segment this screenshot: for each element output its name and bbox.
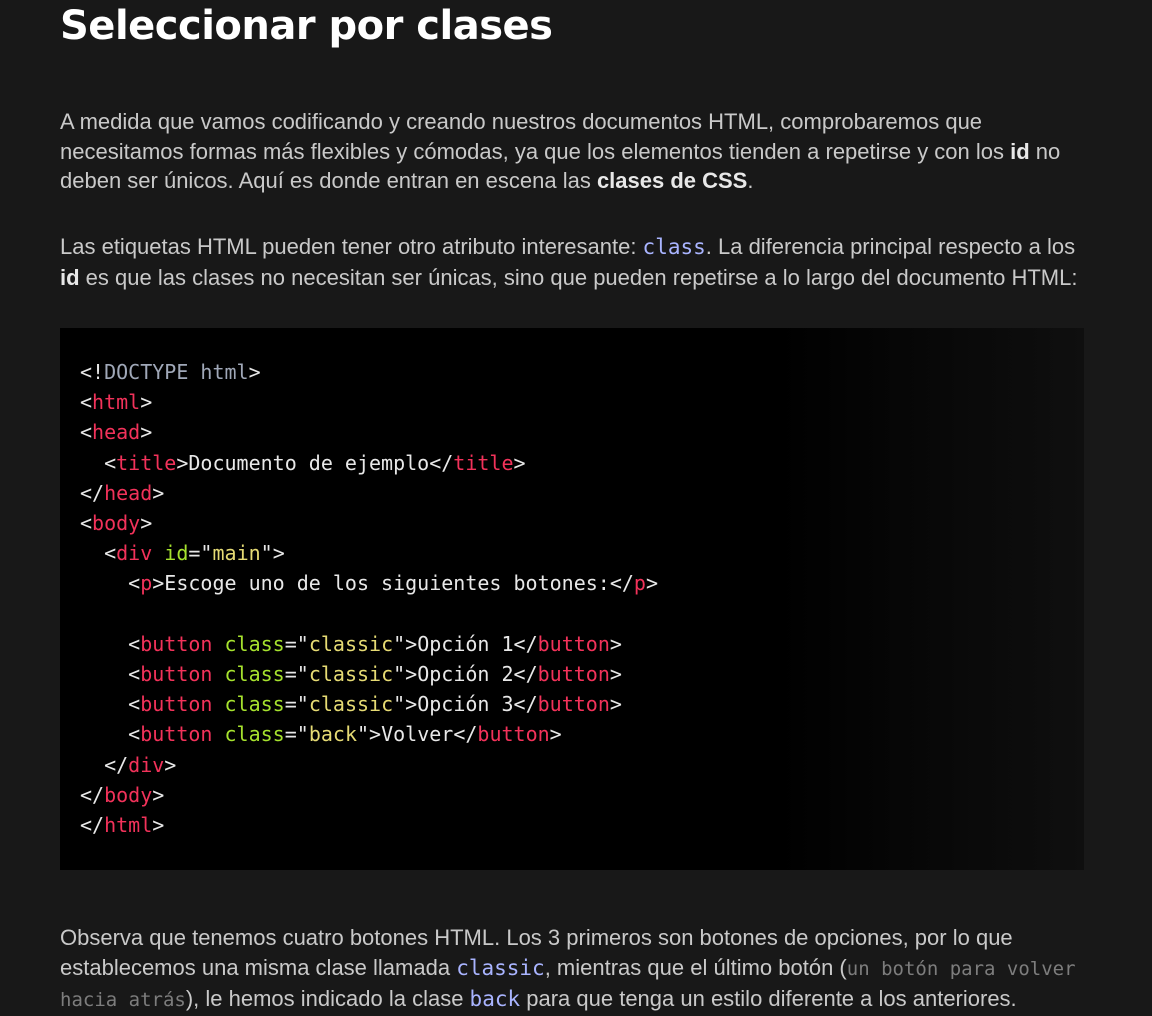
inline-code-classic: classic (456, 955, 545, 980)
code-block: <!DOCTYPE html> <html> <head> <title>Doc… (60, 328, 1084, 870)
intro-text-1: A medida que vamos codificando y creando… (60, 109, 1011, 164)
code-line: <button class="classic">Opción 2</button… (80, 662, 622, 687)
second-text-3: es que las clases no necesitan ser única… (79, 264, 1078, 290)
third-text-3: ), le hemos indicado la clase (185, 986, 470, 1011)
code-line: <div id="main"> (80, 541, 285, 566)
code-line: </body> (80, 782, 165, 807)
intro-bold-css-classes: clases de CSS (596, 168, 748, 193)
explanation-paragraph: Observa que tenemos cuatro botones HTML.… (60, 923, 1084, 1016)
inline-code-class: class (642, 235, 706, 259)
code-line: <title>Documento de ejemplo</title> (80, 450, 526, 475)
code-line: <head> (80, 420, 153, 445)
code-listing: <!DOCTYPE html> <html> <head> <title>Doc… (80, 357, 1084, 840)
intro-paragraph: A medida que vamos codificando y creando… (60, 107, 1084, 196)
code-line: <button class="classic">Opción 3</button… (80, 692, 622, 717)
third-text-4: para que tenga un estilo diferente a los… (520, 986, 1017, 1011)
code-line: <button class="back">Volver</button> (80, 722, 562, 747)
intro-text-3: . (747, 168, 754, 193)
code-line: </html> (80, 813, 165, 838)
inline-code-back: back (469, 987, 521, 1011)
code-line: <button class="classic">Opción 1</button… (80, 631, 622, 656)
code-line: </head> (80, 480, 165, 505)
code-line: <body> (80, 511, 153, 536)
second-text-1: Las etiquetas HTML pueden tener otro atr… (60, 234, 643, 259)
third-text-2: , mientras que el último botón ( (544, 954, 847, 980)
code-line: <p>Escoge uno de los siguientes botones:… (80, 571, 658, 596)
second-text-2: . La diferencia principal respecto a los (705, 234, 1076, 259)
second-bold-id: id (60, 264, 80, 290)
page-title: Seleccionar por clases (60, 3, 553, 49)
code-line: <!DOCTYPE html> (80, 360, 261, 384)
code-line: </div> (80, 752, 177, 777)
code-line: <html> (80, 390, 153, 415)
intro-bold-id: id (1010, 138, 1030, 164)
class-attribute-paragraph: Las etiquetas HTML pueden tener otro atr… (60, 232, 1084, 292)
